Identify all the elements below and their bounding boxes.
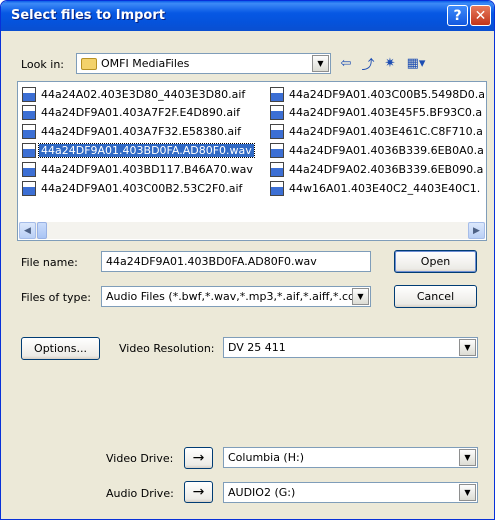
video-resolution-label: Video Resolution: bbox=[119, 342, 215, 355]
title-bar[interactable]: Select files to Import ? ✕ bbox=[1, 1, 494, 31]
files-of-type-label: Files of type: bbox=[21, 291, 92, 304]
list-item[interactable]: 44a24DF9A01.403E45F5.BF93C0.a bbox=[270, 104, 484, 121]
close-icon: ✕ bbox=[474, 7, 487, 24]
arrow-right-icon: → bbox=[192, 484, 205, 500]
list-item[interactable]: 44a24DF9A01.403BD117.B46A70.wav bbox=[22, 161, 268, 178]
look-in-value: OMFI MediaFiles bbox=[101, 57, 190, 70]
help-button[interactable]: ? bbox=[447, 5, 468, 26]
up-folder-icon[interactable]: ⤴ bbox=[358, 54, 378, 73]
file-name-label: File name: bbox=[21, 256, 78, 269]
audio-file-icon bbox=[22, 181, 36, 196]
files-of-type-value: Audio Files (*.bwf,*.wav,*.mp3,*.aif,*.a… bbox=[106, 290, 352, 303]
chevron-down-icon[interactable]: ▼ bbox=[459, 484, 476, 501]
window-title: Select files to Import bbox=[11, 8, 165, 23]
close-button[interactable]: ✕ bbox=[470, 5, 491, 26]
list-item[interactable]: 44a24DF9A01.403A7F32.E58380.aif bbox=[22, 123, 268, 140]
audio-file-icon bbox=[270, 162, 284, 177]
horizontal-scrollbar[interactable]: ◀ ▶ bbox=[19, 222, 485, 239]
scroll-left-button[interactable]: ◀ bbox=[19, 222, 36, 239]
cancel-button[interactable]: Cancel bbox=[394, 285, 477, 308]
list-item[interactable]: 44a24DF9A01.403C00B2.53C2F0.aif bbox=[22, 180, 268, 197]
chevron-down-icon[interactable]: ▼ bbox=[352, 288, 369, 305]
back-icon[interactable]: ⇦ bbox=[336, 54, 356, 72]
audio-drive-dropdown[interactable]: AUDIO2 (G:) ▼ bbox=[223, 482, 478, 503]
chevron-right-icon: ▶ bbox=[473, 225, 480, 236]
list-item[interactable]: 44a24DF9A01.403C00B5.5498D0.a bbox=[270, 86, 484, 103]
new-folder-icon[interactable]: ✷ bbox=[380, 54, 400, 72]
video-resolution-value: DV 25 411 bbox=[228, 341, 286, 354]
audio-file-icon bbox=[22, 143, 36, 158]
video-drive-label: Video Drive: bbox=[106, 452, 174, 465]
list-item-selected[interactable]: 44a24DF9A01.403BD0FA.AD80F0.wav bbox=[22, 142, 268, 159]
view-menu-icon[interactable]: ▦▾ bbox=[403, 54, 429, 72]
audio-file-icon bbox=[22, 87, 36, 102]
arrow-right-icon: → bbox=[192, 450, 205, 466]
scroll-right-button[interactable]: ▶ bbox=[468, 222, 485, 239]
chevron-down-icon[interactable]: ▼ bbox=[459, 339, 476, 356]
chevron-left-icon: ◀ bbox=[24, 225, 31, 236]
video-drive-arrow-button[interactable]: → bbox=[184, 447, 213, 469]
audio-file-icon bbox=[22, 124, 36, 139]
audio-drive-value: AUDIO2 (G:) bbox=[228, 486, 296, 499]
list-item[interactable]: 44w16A01.403E40C2_4403E40C1. bbox=[270, 180, 484, 197]
video-drive-value: Columbia (H:) bbox=[228, 451, 304, 464]
list-item[interactable]: 44a24DF9A01.403A7F2F.E4D890.aif bbox=[22, 104, 268, 121]
audio-file-icon bbox=[270, 181, 284, 196]
chevron-down-icon[interactable]: ▼ bbox=[459, 449, 476, 466]
import-dialog: Select files to Import ? ✕ Look in: OMFI… bbox=[0, 0, 495, 520]
chevron-down-icon[interactable]: ▼ bbox=[312, 55, 329, 72]
look-in-label: Look in: bbox=[21, 58, 64, 71]
audio-file-icon bbox=[22, 105, 36, 120]
audio-file-icon bbox=[270, 105, 284, 120]
folder-icon bbox=[81, 57, 97, 70]
help-icon: ? bbox=[453, 7, 462, 24]
audio-drive-label: Audio Drive: bbox=[106, 487, 174, 500]
video-resolution-dropdown[interactable]: DV 25 411 ▼ bbox=[223, 337, 478, 358]
open-button[interactable]: Open bbox=[394, 250, 477, 273]
options-button[interactable]: Options... bbox=[21, 337, 100, 360]
list-item[interactable]: 44a24DF9A01.403E461C.C8F710.a bbox=[270, 123, 484, 140]
list-item[interactable]: 44a24A02.403E3D80_4403E3D80.aif bbox=[22, 86, 268, 103]
files-of-type-dropdown[interactable]: Audio Files (*.bwf,*.wav,*.mp3,*.aif,*.a… bbox=[101, 286, 371, 307]
file-name-input[interactable]: 44a24DF9A01.403BD0FA.AD80F0.wav bbox=[101, 251, 371, 272]
audio-drive-arrow-button[interactable]: → bbox=[184, 481, 213, 503]
list-item[interactable]: 44a24DF9A02.4036B339.6EB090.a bbox=[270, 161, 484, 178]
file-list[interactable]: 44a24A02.403E3D80_4403E3D80.aif 44a24DF9… bbox=[17, 81, 487, 241]
list-item[interactable]: 44a24DF9A01.4036B339.6EB0A0.a bbox=[270, 142, 484, 159]
scroll-thumb[interactable] bbox=[37, 222, 47, 239]
audio-file-icon bbox=[22, 162, 36, 177]
video-drive-dropdown[interactable]: Columbia (H:) ▼ bbox=[223, 447, 478, 468]
audio-file-icon bbox=[270, 143, 284, 158]
look-in-dropdown[interactable]: OMFI MediaFiles ▼ bbox=[76, 53, 331, 74]
audio-file-icon bbox=[270, 87, 284, 102]
audio-file-icon bbox=[270, 124, 284, 139]
